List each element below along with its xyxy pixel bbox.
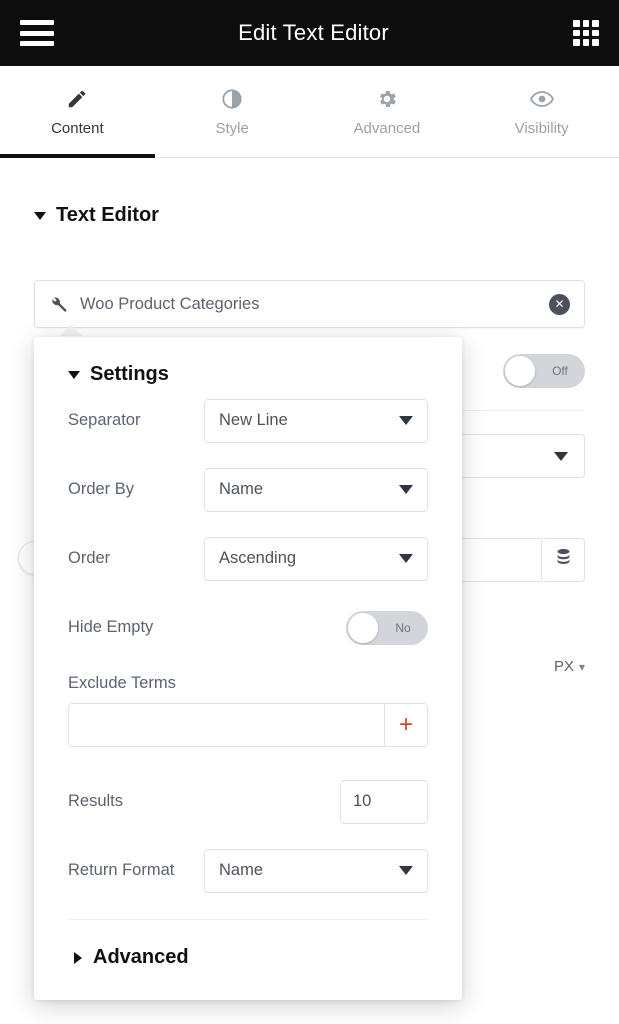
return-format-select[interactable]: Name bbox=[204, 849, 428, 893]
row-hide-empty: Hide Empty No bbox=[68, 593, 428, 662]
contrast-circle-icon bbox=[221, 87, 243, 111]
dropdown-arrow-icon bbox=[399, 554, 413, 563]
results-label: Results bbox=[68, 792, 123, 811]
exclude-terms-label: Exclude Terms bbox=[68, 662, 428, 703]
text-editor-section-header[interactable]: Text Editor bbox=[34, 204, 159, 227]
triangle-right-icon bbox=[74, 952, 82, 964]
dynamic-tag-value: Woo Product Categories bbox=[80, 295, 549, 314]
gear-icon bbox=[376, 87, 398, 111]
row-order-by: Order By Name bbox=[68, 455, 428, 524]
separator-label: Separator bbox=[68, 411, 140, 430]
dynamic-tag-field[interactable]: Woo Product Categories ✕ bbox=[34, 280, 585, 328]
order-select[interactable]: Ascending bbox=[204, 537, 428, 581]
plus-icon[interactable]: + bbox=[384, 703, 428, 747]
chevron-down-icon: ▾ bbox=[579, 660, 585, 674]
close-circle-icon[interactable]: ✕ bbox=[549, 294, 570, 315]
unit-selector[interactable]: PX ▾ bbox=[554, 658, 585, 675]
eye-icon bbox=[530, 87, 554, 111]
toggle-knob bbox=[505, 356, 535, 386]
row-results: Results bbox=[68, 767, 428, 836]
toggle-knob bbox=[348, 613, 378, 643]
settings-rows: Separator New Line Order By Name Order A… bbox=[34, 386, 462, 920]
settings-popup-header[interactable]: Settings bbox=[34, 337, 462, 386]
settings-popup: Settings Separator New Line Order By Nam… bbox=[34, 337, 462, 1000]
dropdown-arrow-icon bbox=[399, 866, 413, 875]
exclude-terms-input[interactable] bbox=[68, 703, 384, 747]
advanced-section-header[interactable]: Advanced bbox=[34, 920, 462, 969]
order-label: Order bbox=[68, 549, 110, 568]
row-order: Order Ascending bbox=[68, 524, 428, 593]
dynamic-data-button[interactable] bbox=[541, 538, 585, 582]
database-icon bbox=[555, 548, 572, 572]
hide-empty-label: Hide Empty bbox=[68, 618, 153, 637]
row-separator: Separator New Line bbox=[68, 386, 428, 455]
dropdown-arrow-icon bbox=[399, 485, 413, 494]
page-title: Edit Text Editor bbox=[238, 20, 389, 46]
dropdown-arrow-icon bbox=[554, 452, 568, 461]
tab-style-label: Style bbox=[215, 120, 248, 137]
tab-style[interactable]: Style bbox=[155, 66, 310, 157]
return-format-label: Return Format bbox=[68, 861, 174, 880]
order-by-label: Order By bbox=[68, 480, 134, 499]
tab-visibility-label: Visibility bbox=[515, 120, 569, 137]
hide-empty-toggle[interactable]: No bbox=[346, 611, 428, 645]
triangle-down-icon bbox=[34, 212, 46, 220]
tab-advanced-label: Advanced bbox=[354, 120, 421, 137]
return-format-value: Name bbox=[219, 861, 263, 880]
order-value: Ascending bbox=[219, 549, 296, 568]
background-toggle[interactable]: Off bbox=[503, 354, 585, 388]
tab-content[interactable]: Content bbox=[0, 66, 155, 157]
background-toggle-label: Off bbox=[535, 364, 585, 378]
tab-bar: Content Style Advanced bbox=[0, 66, 619, 158]
app-screen: Edit Text Editor Content Style bbox=[0, 0, 619, 1024]
exclude-terms-control: + bbox=[68, 703, 428, 747]
row-return-format: Return Format Name bbox=[68, 836, 428, 905]
pencil-icon bbox=[66, 87, 88, 111]
top-bar: Edit Text Editor bbox=[0, 0, 619, 66]
order-by-select[interactable]: Name bbox=[204, 468, 428, 512]
text-editor-section-title: Text Editor bbox=[56, 204, 159, 227]
triangle-down-icon bbox=[68, 371, 80, 379]
order-by-value: Name bbox=[219, 480, 263, 499]
dropdown-arrow-icon bbox=[399, 416, 413, 425]
hamburger-menu-icon[interactable] bbox=[20, 20, 54, 46]
separator-value: New Line bbox=[219, 411, 288, 430]
separator-select[interactable]: New Line bbox=[204, 399, 428, 443]
tab-visibility[interactable]: Visibility bbox=[464, 66, 619, 157]
popup-pointer-caret bbox=[60, 325, 82, 336]
unit-label: PX bbox=[554, 658, 574, 675]
results-input[interactable] bbox=[340, 780, 428, 824]
grid-apps-icon[interactable] bbox=[573, 20, 599, 46]
settings-title: Settings bbox=[90, 363, 169, 386]
wrench-icon bbox=[49, 295, 68, 314]
advanced-section-title: Advanced bbox=[93, 946, 189, 969]
tab-content-label: Content bbox=[51, 120, 104, 137]
hide-empty-toggle-label: No bbox=[378, 621, 428, 635]
tab-advanced[interactable]: Advanced bbox=[310, 66, 465, 157]
